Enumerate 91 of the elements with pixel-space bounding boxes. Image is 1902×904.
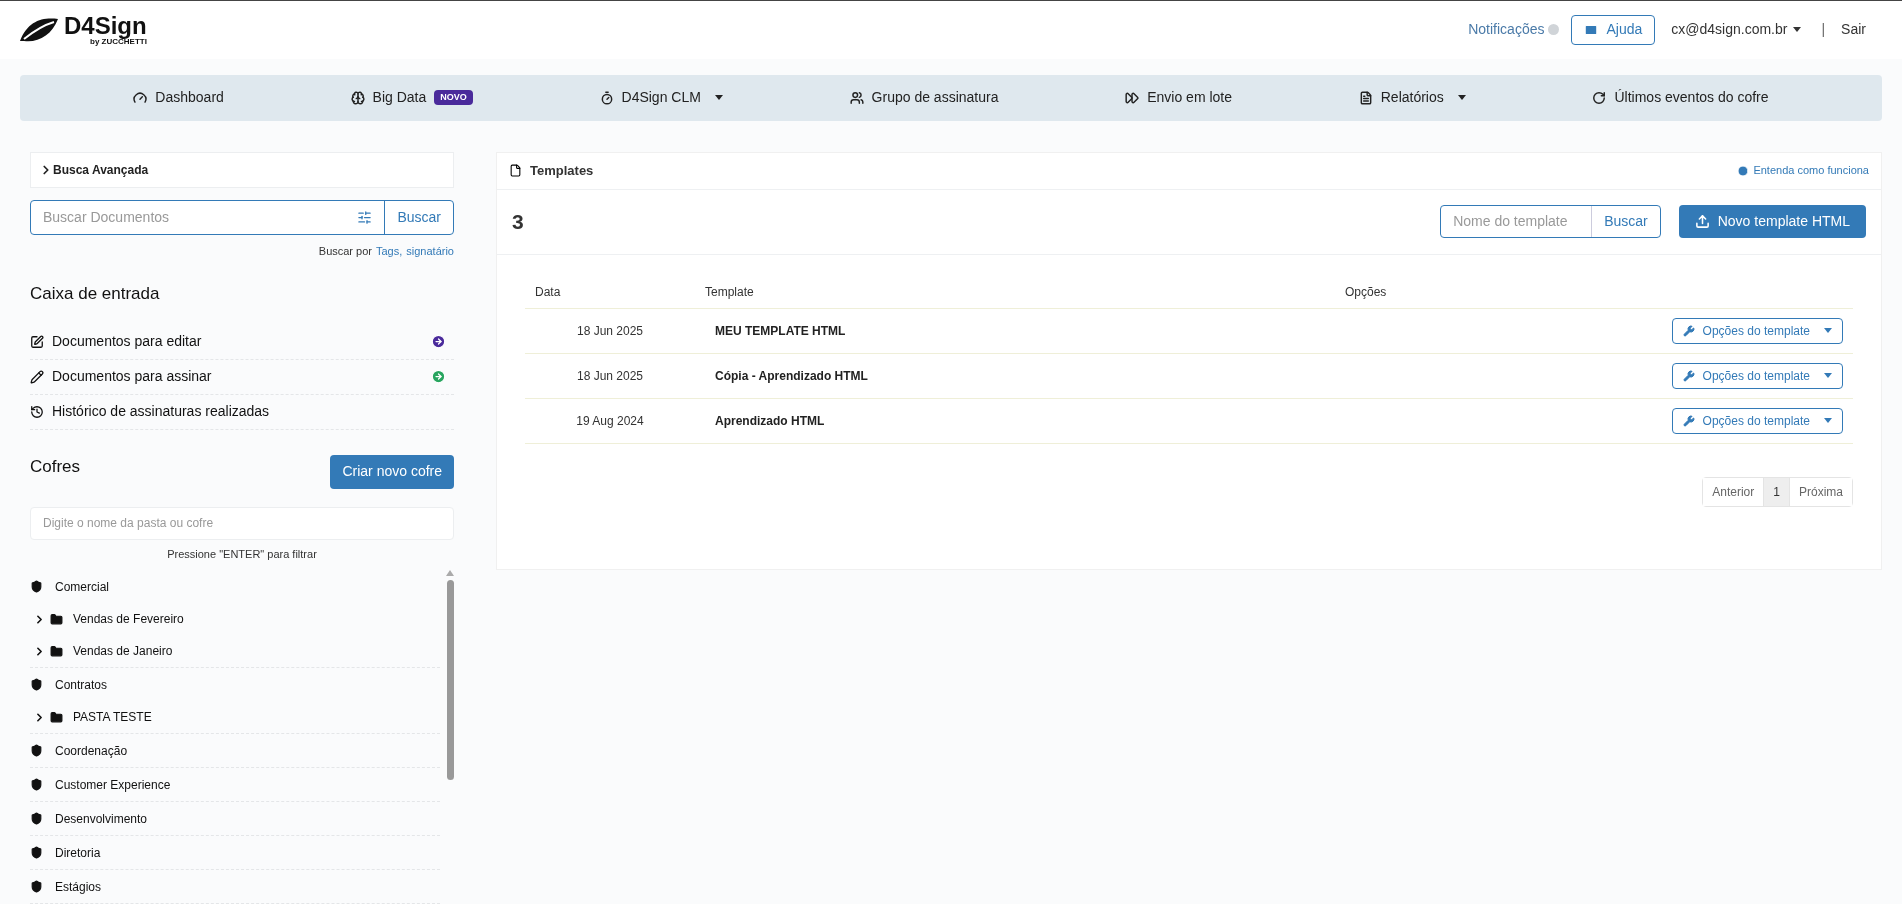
scroll-up-arrow-icon[interactable] [446, 570, 454, 576]
upload-icon [1694, 214, 1710, 229]
vault-item[interactable]: Diretoria [30, 836, 440, 869]
help-link[interactable]: Entenda como funciona [1737, 162, 1869, 179]
nav-item[interactable]: Últimos eventos do cofre [1592, 87, 1769, 109]
template-options-button[interactable]: Opções do template [1671, 317, 1843, 344]
filter-sliders-icon [357, 209, 373, 225]
caret-icon [1824, 418, 1832, 423]
separator: | [1821, 20, 1826, 40]
scrollbar-thumb[interactable] [446, 580, 454, 780]
file-icon [509, 164, 522, 177]
shield-icon [30, 880, 43, 893]
inbox-item-icon [30, 334, 44, 349]
shield-icon [30, 678, 43, 691]
column-header: Template [704, 284, 755, 301]
caret-icon [1824, 328, 1832, 333]
nav-item[interactable]: Dashboard [133, 87, 224, 109]
panel-title: Templates [530, 161, 594, 180]
nav-icon [133, 90, 148, 105]
nav-icon [350, 90, 365, 105]
create-vault-button[interactable]: Criar novo cofre [330, 454, 454, 489]
template-name-cell-text: Aprendizado HTML [714, 412, 826, 430]
wrench-icon [1682, 414, 1695, 427]
column-header: Data [534, 284, 562, 301]
column-header: Opções [1344, 284, 1388, 301]
folder-icon [50, 612, 63, 626]
search-hint: Buscar por [318, 243, 372, 259]
nav-item[interactable]: Big Data NOVO [350, 87, 473, 109]
new-badge: NOVO [434, 89, 473, 106]
template-search-button[interactable]: Buscar [1591, 206, 1660, 237]
nav-icon [849, 90, 864, 105]
document-search-field[interactable]: Buscar Documentos Buscar [30, 199, 454, 235]
shield-icon [30, 778, 43, 791]
vault-item[interactable]: Contratos [30, 668, 440, 701]
caret-icon [1824, 373, 1832, 378]
nav-icon [599, 90, 614, 105]
pagination-button[interactable]: Próxima [1789, 477, 1852, 506]
search-hint-link[interactable]: Tags, [376, 242, 403, 259]
wrench-icon [1682, 324, 1695, 337]
folder-item[interactable]: Vendas de Fevereiro [30, 603, 440, 635]
vaults-title: Cofres [30, 455, 81, 478]
template-count: 3 [512, 208, 524, 235]
leaf-logo-icon [18, 16, 60, 43]
nav-icon [1358, 90, 1373, 105]
shield-icon [30, 812, 43, 825]
folder-item[interactable]: Vendas de Janeiro [30, 635, 440, 667]
inbox-item-icon [30, 369, 44, 384]
inbox-title: Caixa de entrada [30, 283, 161, 305]
filter-hint: Pressione "ENTER" para filtrar [166, 546, 318, 562]
caret-icon [1793, 27, 1802, 33]
search-hint-link[interactable]: signatário [406, 242, 454, 259]
vault-item[interactable]: Customer Experience [30, 768, 440, 801]
new-template-button[interactable]: Novo template HTML [1678, 205, 1866, 238]
date-cell-text: 18 Jun 2025 [575, 367, 645, 385]
inbox-item[interactable]: Documentos para editar [30, 324, 454, 360]
template-options-button[interactable]: Opções do template [1671, 407, 1843, 434]
logout-link[interactable]: Sair [1841, 19, 1866, 41]
vault-item[interactable]: Comercial [30, 570, 440, 603]
template-name-cell-text: MEU TEMPLATE HTML [714, 322, 847, 340]
folder-icon [50, 710, 63, 724]
template-search-field[interactable]: Nome do template Buscar [1440, 205, 1661, 238]
wrench-icon [1682, 369, 1695, 382]
pagination-button[interactable]: 1 [1763, 477, 1789, 506]
folder-icon [50, 644, 63, 658]
template-options-button[interactable]: Opções do template [1671, 362, 1843, 389]
inbox-item[interactable]: Documentos para assinar [30, 359, 454, 395]
nav-item[interactable]: Relatórios [1358, 87, 1466, 109]
search-button[interactable]: Buscar [384, 200, 453, 234]
notifications-link[interactable]: Notificações [1468, 19, 1560, 41]
date-cell-text: 19 Aug 2024 [575, 412, 645, 430]
vault-item[interactable]: Estágios [30, 870, 440, 903]
nav-icon [1125, 90, 1140, 105]
vault-filter-field[interactable]: Digite o nome da pasta ou cofre [30, 506, 454, 540]
shield-icon [30, 744, 43, 757]
help-button[interactable]: Ajuda [1571, 14, 1656, 45]
advanced-search-toggle[interactable]: Busca Avançada [30, 151, 454, 188]
date-cell-text: 18 Jun 2025 [575, 322, 645, 340]
inbox-item-icon [30, 404, 44, 419]
vault-item[interactable]: Desenvolvimento [30, 802, 440, 835]
shield-icon [30, 846, 43, 859]
template-name-cell-text: Cópia - Aprendizado HTML [714, 367, 869, 385]
inbox-item[interactable]: Histórico de assinaturas realizadas [30, 394, 454, 430]
logo-wordmark: D4Sign [64, 13, 147, 38]
nav-item[interactable]: Grupo de assinatura [849, 87, 999, 109]
user-menu[interactable]: cx@d4sign.com.br [1671, 19, 1802, 41]
folder-item[interactable]: PASTA TESTE [30, 701, 440, 733]
nav-item[interactable]: Envio em lote [1125, 87, 1232, 109]
shield-icon [30, 580, 43, 593]
nav-item[interactable]: D4Sign CLM [599, 87, 723, 109]
vault-item[interactable]: Coordenação [30, 734, 440, 767]
nav-icon [1592, 90, 1607, 105]
